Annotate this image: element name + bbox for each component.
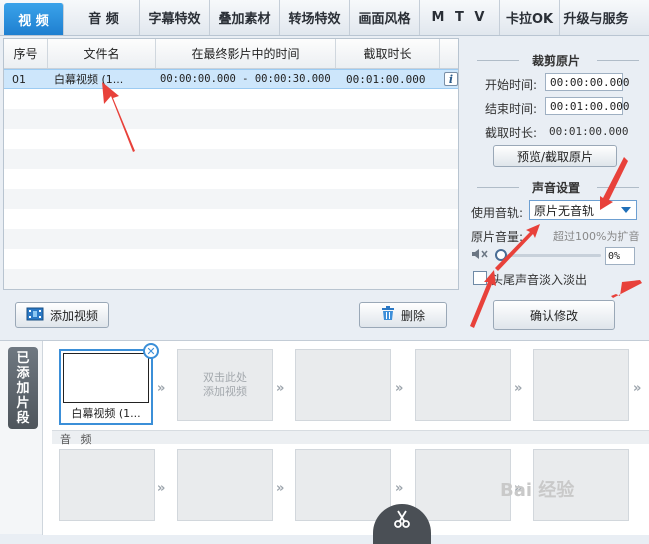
empty-row [4,149,458,169]
header-index: 序号 [4,39,48,68]
close-icon[interactable]: ✕ [143,343,159,359]
chevron-right-icon: » [395,481,404,496]
empty-row [4,189,458,209]
list-header: 序号 文件名 在最终影片中的时间 截取时长 [4,39,458,69]
trim-duration-label: 截取时长: [485,126,538,140]
delete-button[interactable]: 删除 [359,302,447,328]
audio-track-label: 使用音轨: [471,206,524,220]
row-duration: 00:01:00.000 [346,72,426,86]
table-row[interactable]: 01 白幕视频 (1... 00:00:00.000 - 00:00:30.00… [4,69,458,89]
fade-checkbox[interactable] [473,271,487,285]
chevron-right-icon: » [633,381,642,396]
trim-section-title: 裁剪原片 [463,52,649,69]
add-video-label: 添加视频 [49,308,98,323]
header-duration: 截取时长 [336,39,440,68]
audio-track-select[interactable]: 原片无音轨 [529,200,637,220]
end-time-input[interactable]: 00:01:00.000 [545,97,629,115]
trim-duration-value: 00:01:00.000 [549,125,629,138]
video-clip[interactable]: 白幕视频 (1... ✕ [59,343,159,425]
chevron-right-icon: » [514,381,523,396]
side-label-char: 添 [16,365,30,381]
tab-transition-effects[interactable]: 转场特效 [280,0,350,35]
empty-row [4,109,458,129]
tab-mtv[interactable]: M T V [420,0,500,35]
tab-upgrade-service[interactable]: 升级与服务 [560,0,632,35]
side-label-char: 已 [16,350,30,366]
audio-slot[interactable] [177,449,273,521]
row-filename: 白幕视频 (1... [54,73,124,86]
add-hint-line1: 双击此处 [203,371,247,384]
audio-slot[interactable] [59,449,155,521]
audio-track-value: 原片无音轨 [534,203,595,218]
info-icon[interactable]: i [444,72,458,86]
volume-slider[interactable] [495,254,601,257]
settings-panel: 裁剪原片 开始时间: 00:00:00.000 结束时间: 00:01:00.0… [463,38,649,336]
tab-audio[interactable]: 音 频 [68,0,140,35]
chevron-right-icon: » [157,481,166,496]
empty-row [4,209,458,229]
delete-label: 删除 [400,308,425,323]
volume-slider-knob[interactable] [495,249,507,261]
empty-row [4,249,458,269]
preview-trim-button[interactable]: 预览/截取原片 [493,145,617,167]
side-label-char: 加 [16,380,30,396]
film-add-icon [26,307,44,324]
sound-section-title: 声音设置 [463,179,649,196]
header-timeline: 在最终影片中的时间 [156,39,336,68]
clip-thumbnail [63,353,149,403]
audio-slot[interactable] [415,449,511,521]
empty-row [4,229,458,249]
trash-icon [381,306,395,324]
clip-name: 白幕视频 (1... [63,405,149,421]
add-video-button[interactable]: 添加视频 [15,302,109,328]
start-time-label: 开始时间: [485,78,538,92]
volume-value[interactable]: 0% [605,247,635,265]
empty-row [4,169,458,189]
row-index: 01 [12,72,26,86]
audio-track-header: 音 频 [52,430,649,446]
chevron-right-icon: » [395,381,404,396]
tab-picture-style[interactable]: 画面风格 [350,0,420,35]
volume-label: 原片音量: [471,230,524,244]
start-time-input[interactable]: 00:00:00.000 [545,73,629,91]
side-label-char: 片 [16,395,30,411]
end-time-label: 结束时间: [485,102,538,116]
add-video-slot[interactable]: 双击此处 添加视频 [177,349,273,421]
fade-label: 头尾声音淡入淡出 [491,273,588,287]
watermark-logo: Bai 经验 [500,480,575,501]
empty-row [4,269,458,289]
header-filename: 文件名 [48,39,156,68]
list-button-bar: 添加视频 删除 [3,292,459,336]
video-list-panel: 序号 文件名 在最终影片中的时间 截取时长 01 白幕视频 (1... 00:0… [3,38,459,290]
confirm-modify-button[interactable]: 确认修改 [493,300,615,330]
empty-clip-slot[interactable] [295,349,391,421]
row-timeline: 00:00:00.000 - 00:00:30.000 [160,73,331,85]
volume-hint: 超过100%为扩音 [553,230,640,243]
chevron-down-icon [621,207,631,213]
chevron-right-icon: » [276,481,285,496]
tab-subtitle-effects[interactable]: 字幕特效 [140,0,210,35]
tab-overlay-materials[interactable]: 叠加素材 [210,0,280,35]
side-label-char: 段 [16,410,30,426]
audio-slot[interactable] [295,449,391,521]
top-tab-bar: 视 频 音 频 字幕特效 叠加素材 转场特效 画面风格 M T V 卡拉OK 升… [0,0,649,36]
tab-video[interactable]: 视 频 [4,3,64,35]
empty-row [4,89,458,109]
empty-row [4,129,458,149]
added-clips-label: 已 添 加 片 段 [8,347,38,429]
mute-speaker-icon[interactable] [471,248,489,263]
empty-clip-slot[interactable] [533,349,629,421]
chevron-right-icon: » [276,381,285,396]
tab-karaoke[interactable]: 卡拉OK [500,0,560,35]
empty-clip-slot[interactable] [415,349,511,421]
add-hint-line2: 添加视频 [203,385,247,398]
chevron-right-icon: » [157,381,166,396]
